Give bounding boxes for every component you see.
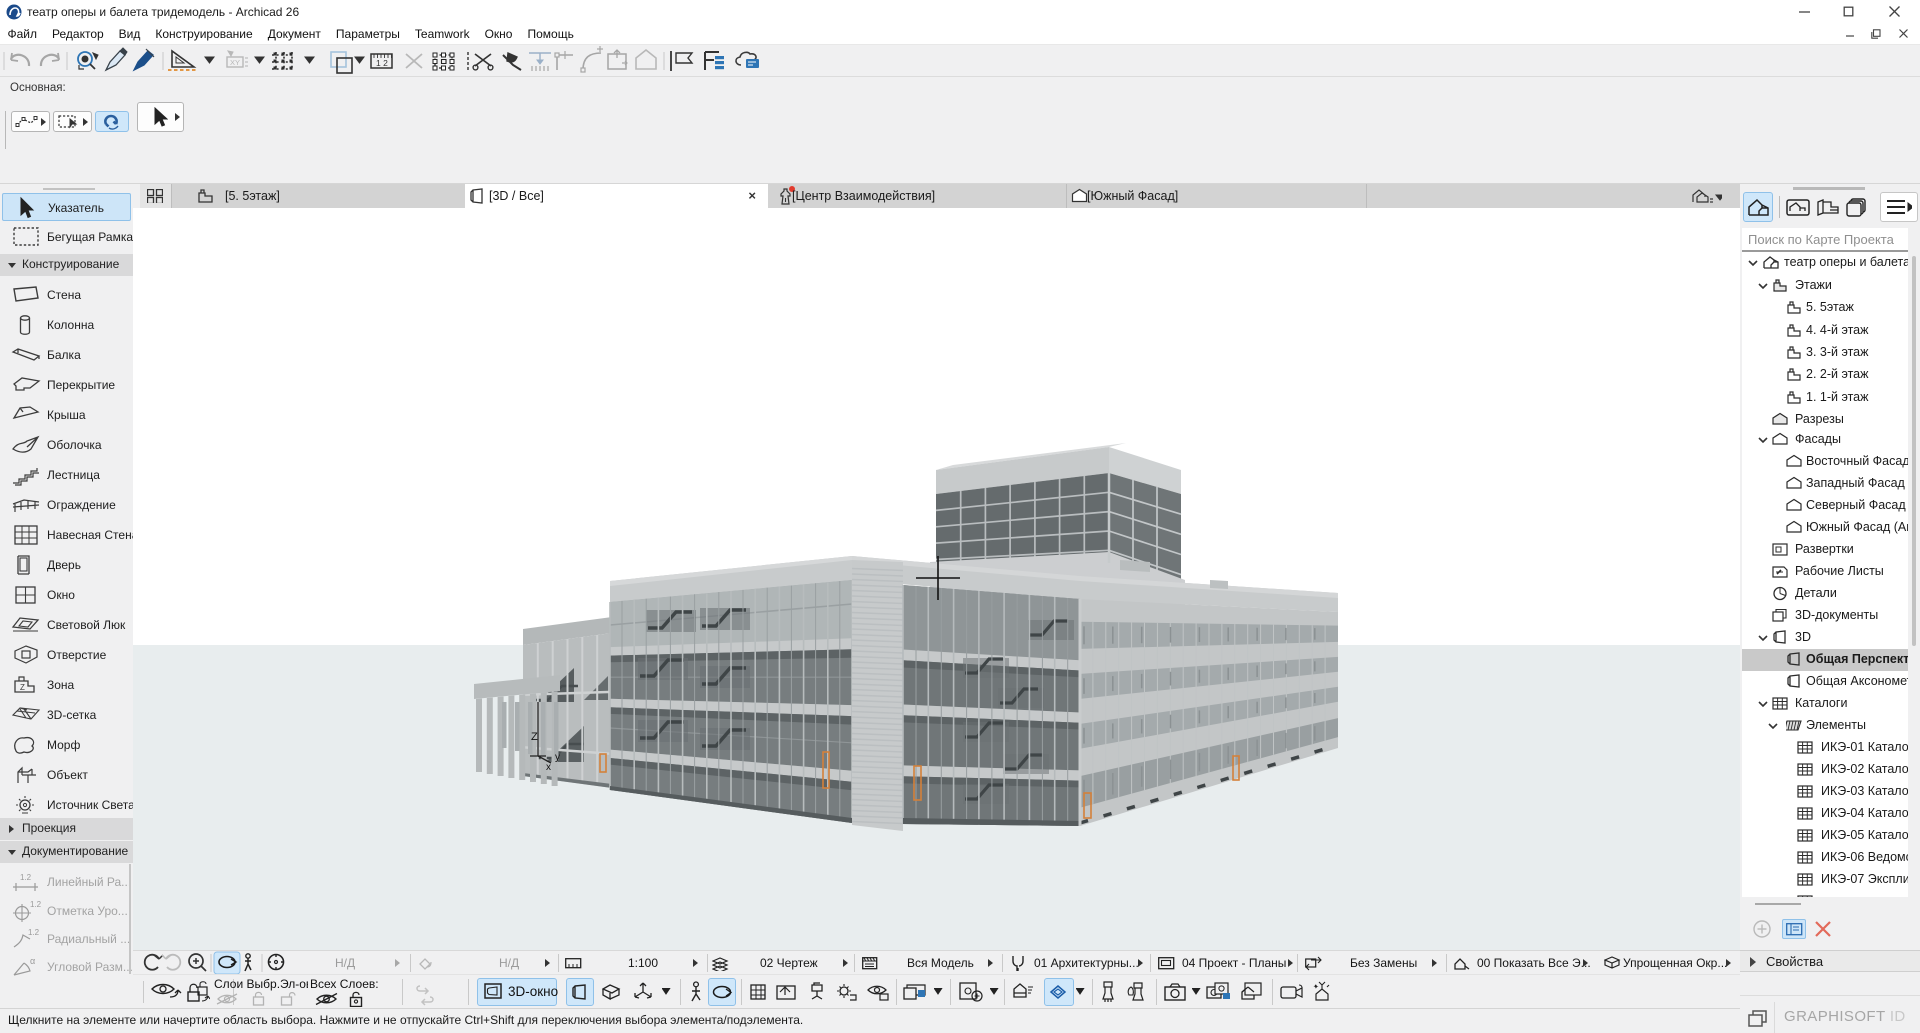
svg-text:y: y	[555, 752, 560, 763]
svg-text:1.2: 1.2	[30, 900, 42, 909]
svg-text:α: α	[30, 956, 35, 966]
svg-text:1 2: 1 2	[376, 58, 388, 68]
svg-text:✦: ✦	[1313, 983, 1319, 991]
svg-text:Z: Z	[531, 731, 538, 743]
svg-text:1.2: 1.2	[20, 873, 32, 882]
svg-text:XY: XY	[230, 58, 240, 67]
svg-text:Z: Z	[20, 683, 25, 692]
svg-text:x: x	[546, 762, 551, 773]
svg-text:1.2: 1.2	[28, 928, 40, 937]
